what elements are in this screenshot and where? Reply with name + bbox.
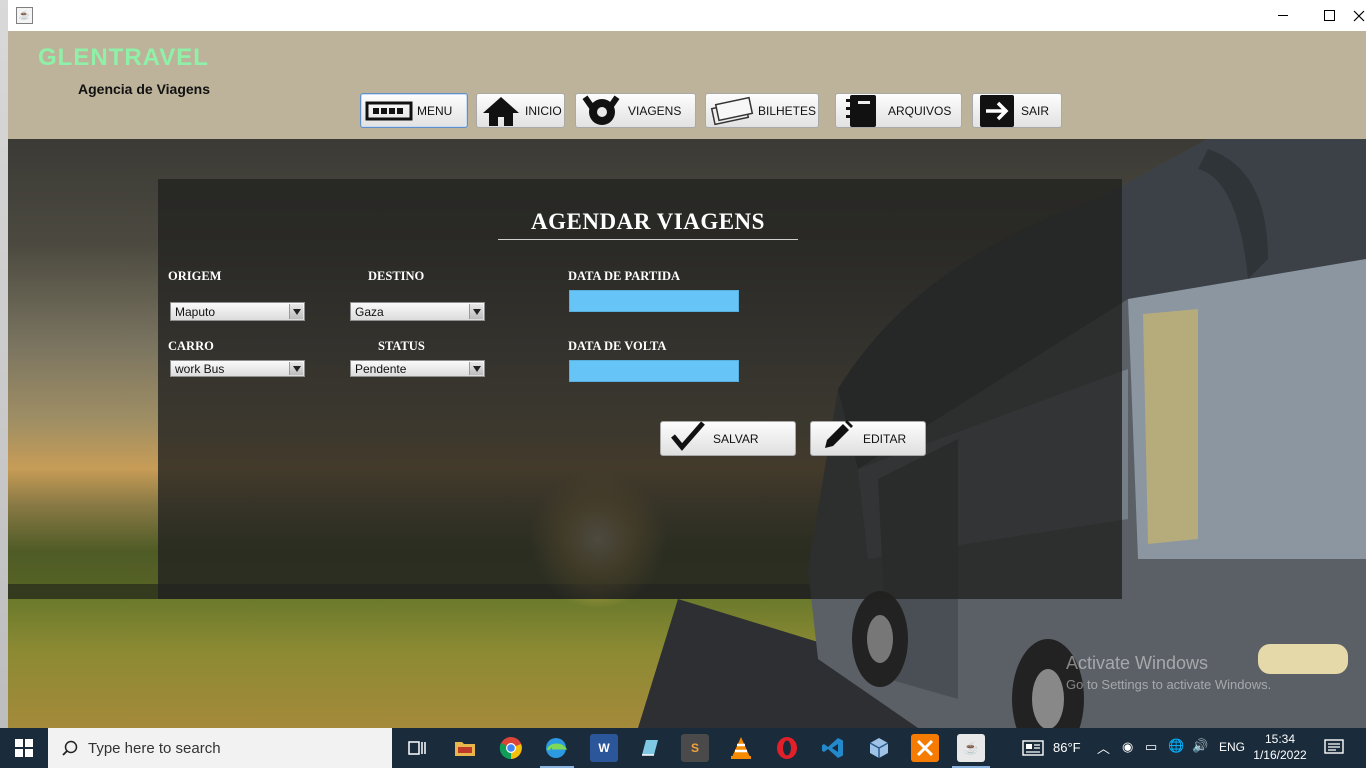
checkmark-icon [671, 421, 705, 456]
title-bar: ☕ [8, 0, 1366, 31]
pencil-icon [821, 420, 855, 457]
carro-label: CARRO [168, 339, 214, 353]
edge-icon[interactable] [542, 734, 570, 762]
chevron-down-icon [289, 304, 303, 319]
nav-sair-button[interactable]: SAIR [972, 93, 1062, 128]
minimize-icon [1278, 15, 1288, 16]
keyboard-icon [365, 99, 413, 123]
windows-icon [15, 739, 33, 757]
word-icon[interactable]: W [590, 734, 618, 762]
nav-viagens-button[interactable]: VIAGENS [575, 93, 696, 128]
schedule-panel: AGENDAR VIAGENS ORIGEM DESTINO DATA DE P… [158, 179, 1122, 599]
clock-time: 15:34 [1264, 732, 1296, 746]
close-icon [1353, 10, 1365, 21]
data-volta-label: DATA DE VOLTA [568, 339, 667, 353]
carro-value: work Bus [175, 362, 225, 376]
panel-title: AGENDAR VIAGENS [531, 209, 765, 234]
clock-date: 1/16/2022 [1253, 748, 1307, 762]
close-button[interactable] [1352, 0, 1366, 31]
status-label: STATUS [378, 339, 425, 353]
nav-bilhetes-label: BILHETES [758, 103, 817, 118]
battery-icon[interactable]: ▭ [1145, 739, 1157, 755]
brand-subtitle: Agencia de Viagens [78, 81, 211, 97]
notepad-icon[interactable] [635, 734, 663, 762]
edit-label: EDITAR [863, 431, 907, 446]
save-label: SALVAR [713, 431, 759, 446]
background-image: AGENDAR VIAGENS ORIGEM DESTINO DATA DE P… [8, 139, 1366, 728]
news-weather-icon[interactable] [1021, 734, 1045, 762]
desktop-edge [0, 0, 8, 728]
chevron-down-icon [469, 304, 483, 319]
search-placeholder: Type here to search [88, 739, 221, 757]
ticket-icon [710, 96, 754, 126]
origem-select[interactable]: Maputo [170, 302, 305, 321]
xampp-icon[interactable] [911, 734, 939, 762]
search-icon [62, 740, 78, 756]
nav-arquivos-button[interactable]: ARQUIVOS [835, 93, 962, 128]
taskbar-search[interactable]: Type here to search [48, 728, 392, 768]
chevron-down-icon [469, 362, 483, 375]
origem-value: Maputo [175, 305, 216, 319]
edit-button[interactable]: EDITAR [810, 420, 926, 457]
data-volta-field[interactable] [569, 360, 739, 382]
data-partida-label: DATA DE PARTIDA [568, 269, 681, 283]
java-icon: ☕ [16, 7, 33, 24]
home-icon [481, 95, 521, 127]
tools-icon [580, 95, 624, 127]
exit-arrow-icon [977, 94, 1017, 128]
nav-menu-button[interactable]: MENU [360, 93, 468, 128]
chevron-down-icon [289, 362, 303, 375]
nav-arquivos-label: ARQUIVOS [888, 103, 952, 118]
volume-icon[interactable]: 🔊 [1192, 738, 1208, 754]
virtualbox-icon[interactable] [865, 734, 893, 762]
activation-watermark-text: Go to Settings to activate Windows. [1066, 677, 1272, 692]
data-partida-field[interactable] [569, 290, 739, 312]
file-explorer-icon[interactable] [451, 734, 479, 762]
sublime-icon[interactable]: S [681, 734, 709, 762]
nav-viagens-label: VIAGENS [628, 103, 682, 118]
weather-temp[interactable]: 86°F [1053, 740, 1081, 755]
destino-value: Gaza [355, 305, 384, 319]
brand-name: GLENTRAVEL [38, 44, 209, 71]
carro-select[interactable]: work Bus [170, 360, 305, 377]
taskbar: Type here to search W S ☕ 86°F ︿ ◉ ▭ 🌐 🔊… [0, 728, 1366, 768]
notebook-icon [840, 94, 884, 128]
chrome-icon[interactable] [497, 734, 525, 762]
task-view-icon[interactable] [403, 734, 431, 762]
destino-select[interactable]: Gaza [350, 302, 485, 321]
app-header: GLENTRAVEL Agencia de Viagens MENU INICI… [8, 31, 1366, 139]
origem-label: ORIGEM [168, 269, 222, 283]
status-select[interactable]: Pendente [350, 360, 485, 377]
nav-inicio-label: INICIO [525, 103, 562, 118]
save-button[interactable]: SALVAR [660, 421, 796, 456]
language-indicator[interactable]: ENG [1219, 740, 1245, 754]
app-window: ☕ GLENTRAVEL Agencia de Viagens MENU INI… [8, 0, 1366, 728]
vlc-icon[interactable] [727, 734, 755, 762]
maximize-icon [1323, 10, 1335, 21]
opera-icon[interactable] [773, 734, 801, 762]
maximize-button[interactable] [1306, 0, 1352, 31]
network-icon[interactable]: 🌐 [1168, 738, 1184, 754]
destino-label: DESTINO [368, 269, 425, 283]
nav-sair-label: SAIR [1021, 103, 1050, 118]
meet-now-icon[interactable]: ◉ [1122, 739, 1133, 755]
chevron-up-icon[interactable]: ︿ [1097, 738, 1110, 757]
nav-menu-label: MENU [417, 103, 453, 118]
nav-inicio-button[interactable]: INICIO [476, 93, 565, 128]
notifications-icon[interactable] [1320, 734, 1348, 762]
activation-watermark-title: Activate Windows [1066, 653, 1209, 673]
java-icon[interactable]: ☕ [957, 734, 985, 762]
start-button[interactable] [0, 728, 48, 768]
vscode-icon[interactable] [819, 734, 847, 762]
clock[interactable]: 15:34 1/16/2022 [1248, 731, 1312, 763]
title-divider [498, 239, 798, 240]
status-value: Pendente [355, 362, 407, 376]
nav-bilhetes-button[interactable]: BILHETES [705, 93, 819, 128]
minimize-button[interactable] [1260, 0, 1306, 31]
